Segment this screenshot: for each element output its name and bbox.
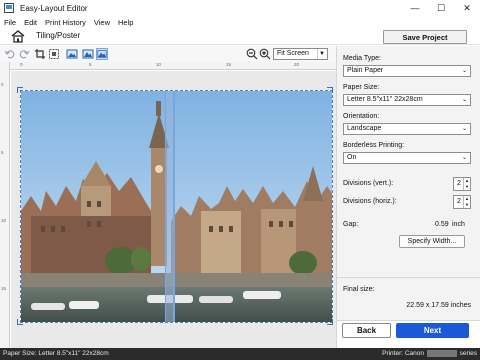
menu-view[interactable]: View: [94, 18, 110, 27]
chevron-down-icon: ⌄: [461, 155, 467, 161]
ruler-label: 15: [1, 286, 7, 291]
corner-mark: [327, 319, 333, 325]
ruler-label: 15: [226, 62, 232, 67]
final-size-label: Final size:: [343, 286, 375, 293]
chevron-down-icon: ⌄: [461, 97, 467, 103]
specify-width-button[interactable]: Specify Width...: [399, 235, 465, 248]
corner-mark: [327, 87, 333, 93]
divisions-vert-label: Divisions (vert.):: [343, 180, 394, 187]
redacted-block: [426, 350, 457, 357]
close-button[interactable]: ✕: [454, 0, 480, 16]
minimize-button[interactable]: —: [402, 0, 428, 16]
chevron-down-icon: ⌄: [461, 126, 467, 132]
ruler-label: 10: [156, 62, 162, 67]
app-icon: [4, 3, 14, 13]
spin-arrows-icon[interactable]: ▲ ▼: [463, 196, 470, 208]
spin-arrows-icon[interactable]: ▲ ▼: [463, 178, 470, 190]
gap-label: Gap:: [343, 221, 359, 228]
image-large-icon[interactable]: [82, 48, 94, 60]
divider: [337, 277, 480, 278]
next-button[interactable]: Next: [396, 323, 469, 338]
zoom-value: Fit Screen: [277, 50, 309, 57]
maximize-button[interactable]: ☐: [428, 0, 454, 16]
orientation-value: Landscape: [347, 125, 382, 132]
zoom-out-icon[interactable]: [246, 48, 258, 60]
image-small-icon[interactable]: [66, 48, 78, 60]
horizontal-ruler: 0 5 10 15 20: [10, 62, 336, 70]
paper-size-select[interactable]: Letter 8.5"x11" 22x28cm ⌄: [343, 94, 471, 106]
zoom-in-icon[interactable]: [259, 48, 271, 60]
status-printer-suffix: series: [459, 350, 477, 358]
ruler-label: 20: [294, 62, 300, 67]
fit-frame-icon[interactable]: [48, 48, 60, 60]
divisions-vert-stepper[interactable]: 2 ▲ ▼: [453, 177, 471, 191]
menu-edit[interactable]: Edit: [24, 18, 37, 27]
media-type-value: Plain Paper: [347, 67, 384, 74]
final-size-value: 22.59 x 17.59 inches: [406, 302, 471, 309]
paper-preview[interactable]: [20, 90, 333, 323]
menu-bar: File Edit Print History View Help: [0, 16, 480, 28]
divisions-horiz-value: 2: [457, 198, 461, 205]
divisions-vert-value: 2: [457, 180, 461, 187]
preview-canvas[interactable]: [11, 71, 336, 348]
corner-mark: [17, 87, 23, 93]
borderless-printing-value: On: [347, 154, 357, 161]
orientation-label: Orientation:: [343, 113, 380, 120]
photo-image: [21, 91, 332, 322]
menu-file[interactable]: File: [4, 18, 16, 27]
menu-print-history[interactable]: Print History: [45, 18, 86, 27]
chevron-down-icon: ▼: [317, 49, 326, 59]
ruler-label: 0: [20, 62, 23, 67]
paper-size-value: Letter 8.5"x11" 22x28cm: [347, 96, 423, 103]
settings-panel: Media Type: Plain Paper ⌄ Paper Size: Le…: [336, 46, 480, 348]
status-printer-prefix: Printer: Canon: [382, 350, 425, 358]
tile-divider-line: [173, 91, 175, 322]
undo-icon[interactable]: [4, 48, 16, 60]
back-button[interactable]: Back: [342, 323, 391, 338]
borderless-printing-select[interactable]: On ⌄: [343, 152, 471, 164]
borderless-printing-label: Borderless Printing:: [343, 142, 405, 149]
ruler-label: 5: [1, 150, 4, 155]
ruler-label: 10: [1, 218, 7, 223]
menu-help[interactable]: Help: [118, 18, 133, 27]
zoom-select[interactable]: Fit Screen ▼: [273, 48, 328, 60]
gap-value: 0.59: [435, 221, 449, 228]
toolbar: Fit Screen ▼: [0, 46, 336, 62]
media-type-select[interactable]: Plain Paper ⌄: [343, 65, 471, 77]
paper-size-label: Paper Size:: [343, 84, 380, 91]
orientation-select[interactable]: Landscape ⌄: [343, 123, 471, 135]
status-paper-size: Paper Size: Letter 8.5"x11" 22x28cm: [3, 350, 109, 357]
corner-mark: [17, 319, 23, 325]
image-fill-icon[interactable]: [96, 48, 108, 60]
chevron-down-icon: ⌄: [461, 68, 467, 74]
status-printer: Printer: Canon series: [382, 350, 477, 357]
media-type-label: Media Type:: [343, 55, 382, 62]
divisions-horiz-label: Divisions (horiz.):: [343, 198, 397, 205]
ruler-label: 5: [89, 62, 92, 67]
home-icon[interactable]: [11, 30, 25, 43]
vertical-ruler: 0 5 10 15: [0, 62, 10, 348]
tab-tiling-poster[interactable]: Tiling/Poster: [36, 31, 80, 40]
save-project-button[interactable]: Save Project: [383, 30, 467, 44]
status-bar: Paper Size: Letter 8.5"x11" 22x28cm Prin…: [0, 348, 480, 360]
window-title: Easy-Layout Editor: [20, 3, 88, 13]
ruler-label: 0: [1, 82, 4, 87]
divisions-horiz-stepper[interactable]: 2 ▲ ▼: [453, 195, 471, 209]
gap-unit: inch: [452, 221, 465, 228]
crop-icon[interactable]: [34, 48, 46, 60]
redo-icon[interactable]: [18, 48, 30, 60]
title-bar: Easy-Layout Editor — ☐ ✕: [0, 0, 480, 16]
